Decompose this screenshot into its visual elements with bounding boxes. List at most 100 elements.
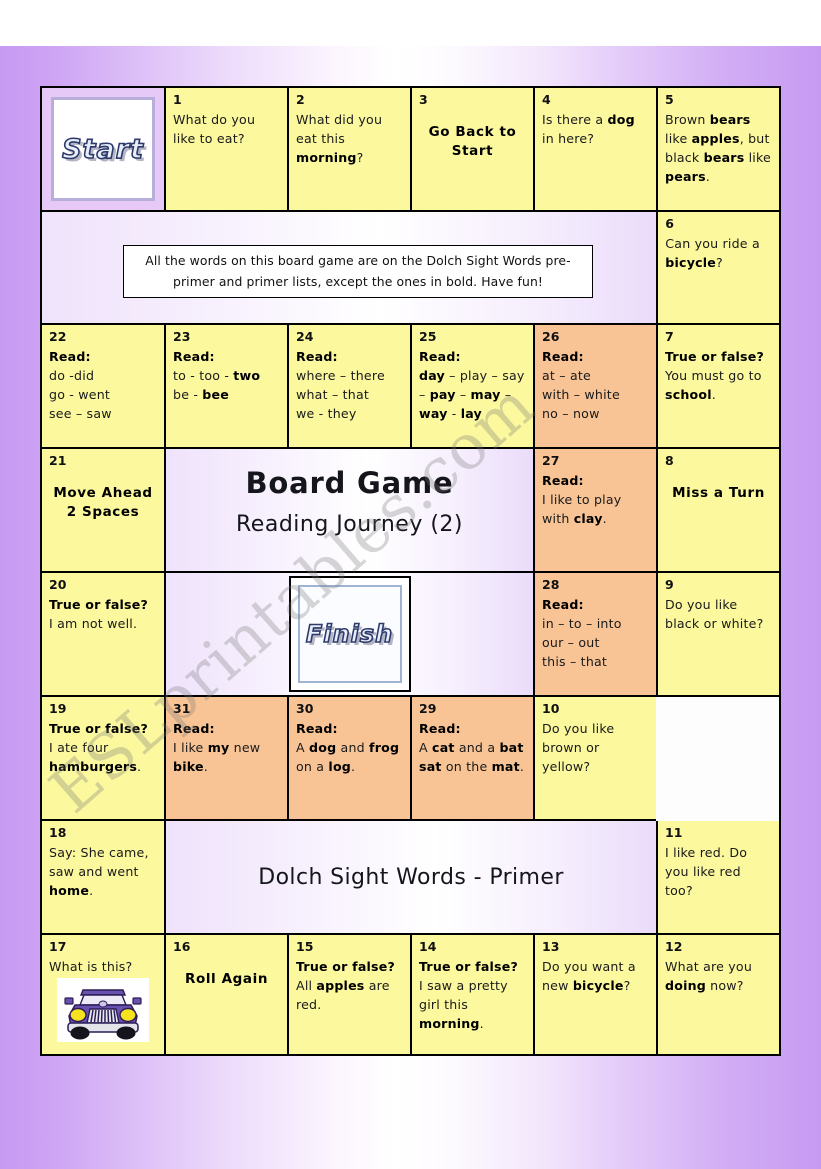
cell-text: at – ate with – white no – now	[542, 367, 620, 422]
board-cell-11[interactable]: 11 I like red. Do you like red too?	[658, 821, 779, 935]
cell-text: I ate four hamburgers.	[49, 739, 142, 775]
instructions-text: All the words on this board game are on …	[145, 253, 571, 289]
cell-text: Do you like black or white?	[665, 596, 764, 631]
cell-number: 21	[49, 453, 67, 468]
cell-lead: Read:	[419, 720, 461, 736]
board-cell-3[interactable]: 3 Go Back to Start	[412, 88, 535, 212]
board-cell-27[interactable]: 27 Read: I like to play with clay.	[535, 449, 658, 573]
board-row-title: 21 Move Ahead 2 Spaces Board Game Readin…	[42, 449, 779, 573]
footer-title-panel: Dolch Sight Words - Primer	[166, 821, 658, 935]
board-cell-21[interactable]: 21 Move Ahead 2 Spaces	[42, 449, 166, 573]
cell-number: 25	[419, 329, 437, 344]
cell-lead: True or false?	[419, 958, 518, 974]
board-cell-20[interactable]: 20 True or false? I am not well.	[42, 573, 166, 697]
page-background-top	[0, 0, 821, 46]
cell-lead: Read:	[49, 348, 91, 364]
cell-lead: True or false?	[49, 596, 148, 612]
board-cell-19[interactable]: 19 True or false? I ate four hamburgers.	[42, 697, 166, 821]
cell-text: I like to play with clay.	[542, 491, 622, 527]
board-cell-22[interactable]: 22 Read: do -did go - went see – saw	[42, 325, 166, 449]
board-cell-18[interactable]: 18 Say: She came, saw and went home.	[42, 821, 166, 935]
cell-number: 31	[173, 701, 191, 716]
board-row-read-top: 22 Read: do -did go - went see – saw 23 …	[42, 325, 779, 449]
board-cell-1[interactable]: 1 What do you like to eat?	[166, 88, 289, 212]
cell-text: where – there what – that we - they	[296, 367, 385, 422]
cell-lead: True or false?	[49, 720, 148, 736]
board-cell-10[interactable]: 10 Do you like brown or yellow?	[535, 697, 656, 821]
board-cell-16[interactable]: 16 Roll Again	[166, 935, 289, 1054]
cell-lead: Read:	[542, 596, 584, 612]
board-cell-25[interactable]: 25 Read: day – play – say – pay – may – …	[412, 325, 535, 449]
board-cell-7[interactable]: 7 True or false? You must go to school.	[658, 325, 779, 449]
cell-text: I saw a pretty girl this morning.	[419, 977, 508, 1032]
cell-number: 2	[296, 92, 305, 107]
board-cell-12[interactable]: 12 What are you doing now?	[658, 935, 779, 1054]
cell-lead: True or false?	[665, 348, 764, 364]
board-cell-9[interactable]: 9 Do you like black or white?	[658, 573, 779, 697]
cell-number: 15	[296, 939, 314, 954]
cell-number: 16	[173, 939, 191, 954]
cell-number: 28	[542, 577, 560, 592]
cell-lead: True or false?	[296, 958, 395, 974]
cell-number: 13	[542, 939, 560, 954]
board-cell-28[interactable]: 28 Read: in – to – into our – out this –…	[535, 573, 658, 697]
board-cell-6[interactable]: 6 Can you ride a bicycle?	[658, 212, 779, 325]
cell-lead: Read:	[173, 720, 215, 736]
cell-number: 26	[542, 329, 560, 344]
board-cell-14[interactable]: 14 True or false? I saw a pretty girl th…	[412, 935, 535, 1054]
cell-action: Roll Again	[184, 970, 269, 987]
cell-text: What is this?	[49, 958, 133, 974]
cell-text: A dog and frog on a log.	[296, 739, 400, 775]
cell-action: Go Back to Start	[428, 123, 517, 160]
cell-number: 6	[665, 216, 674, 231]
cell-text: in – to – into our – out this – that	[542, 615, 622, 670]
cell-text: All apples are red.	[296, 977, 390, 1013]
board-cell-4[interactable]: 4 Is there a dog in here?	[535, 88, 658, 212]
board-row-footer: 18 Say: She came, saw and went home. Dol…	[42, 821, 779, 935]
board-cell-24[interactable]: 24 Read: where – there what – that we - …	[289, 325, 412, 449]
cell-number: 5	[665, 92, 674, 107]
cell-number: 17	[49, 939, 67, 954]
board-cell-17[interactable]: 17 What is this?	[42, 935, 166, 1054]
board-game-grid: Start 1 What do you like to eat? 2 What …	[40, 86, 781, 1056]
cell-text: I like my new bike.	[173, 739, 261, 775]
cell-number: 7	[665, 329, 674, 344]
cell-text: Say: She came, saw and went home.	[49, 844, 149, 899]
cell-text: What do you like to eat?	[173, 111, 256, 146]
board-cell-29[interactable]: 29 Read: A cat and a bat sat on the mat.	[412, 697, 535, 821]
finish-label: Finish	[305, 619, 394, 649]
cell-text: What are you doing now?	[665, 958, 753, 993]
board-cell-2[interactable]: 2 What did you eat this morning?	[289, 88, 412, 212]
board-cell-30[interactable]: 30 Read: A dog and frog on a log.	[289, 697, 412, 821]
board-cell-26[interactable]: 26 Read: at – ate with – white no – now	[535, 325, 658, 449]
cell-lead: Read:	[542, 348, 584, 364]
cell-text: What did you eat this morning?	[296, 111, 383, 166]
cell-action: Move Ahead 2 Spaces	[53, 484, 153, 521]
cell-number: 24	[296, 329, 314, 344]
board-cell-31[interactable]: 31 Read: I like my new bike.	[166, 697, 289, 821]
cell-lead: Read:	[173, 348, 215, 364]
cell-lead: Read:	[296, 348, 338, 364]
cell-lead: Read:	[419, 348, 461, 364]
cell-text: Do you like brown or yellow?	[542, 720, 615, 775]
cell-number: 22	[49, 329, 67, 344]
cell-number: 10	[542, 701, 560, 716]
car-image-wrap	[49, 977, 157, 1042]
board-row-finish: 20 True or false? I am not well. Finish …	[42, 573, 779, 697]
cell-text: day – play – say – pay – may – way - lay	[419, 367, 525, 422]
cell-number: 27	[542, 453, 560, 468]
cell-text: I like red. Do you like red too?	[665, 844, 748, 899]
cell-number: 8	[665, 453, 674, 468]
page-title: Board Game	[245, 466, 454, 500]
cell-text: Do you want a new bicycle?	[542, 958, 636, 993]
board-cell-8[interactable]: 8 Miss a Turn	[658, 449, 779, 573]
board-cell-23[interactable]: 23 Read: to - too - two be - bee	[166, 325, 289, 449]
board-cell-15[interactable]: 15 True or false? All apples are red.	[289, 935, 412, 1054]
finish-tile-frame: Finish	[297, 585, 402, 683]
board-cell-13[interactable]: 13 Do you want a new bicycle?	[535, 935, 658, 1054]
board-cell-5[interactable]: 5 Brown bears like apples, but black bea…	[658, 88, 779, 212]
cell-text: do -did go - went see – saw	[49, 367, 112, 422]
cell-number: 20	[49, 577, 67, 592]
cell-number: 23	[173, 329, 191, 344]
page-subtitle: Reading Journey (2)	[236, 512, 463, 537]
